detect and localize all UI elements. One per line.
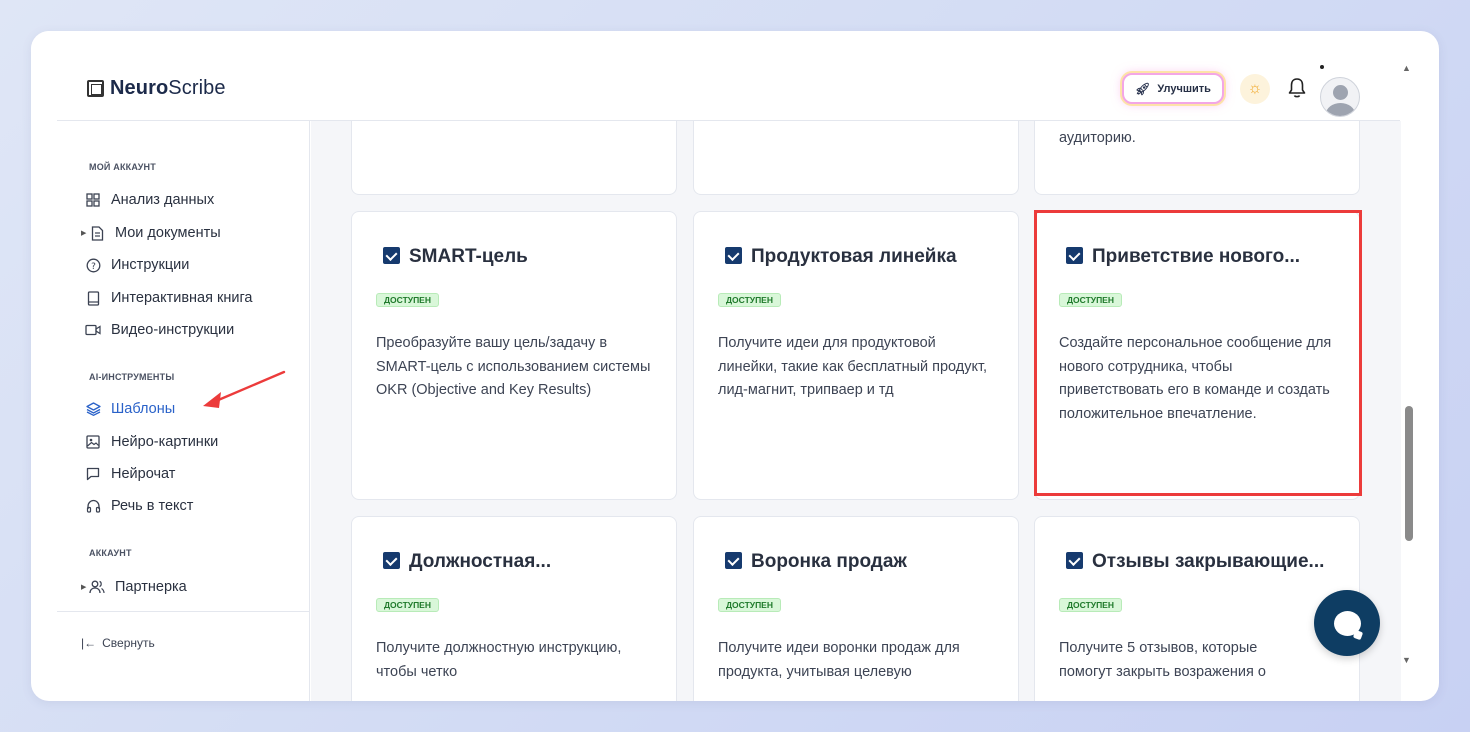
sidebar-item-label: Нейрочат [111,466,176,482]
sidebar-item-my-documents[interactable]: ▶ Мои документы [81,223,221,243]
status-badge: доступен [376,598,439,612]
caret-right-icon[interactable]: ▶ [81,583,89,591]
checkbox-icon [725,552,743,573]
sidebar-item-label: Видео-инструкции [111,322,235,338]
status-badge: доступен [718,293,781,307]
sidebar-item-templates[interactable]: Шаблоны [85,399,175,419]
sidebar-item-neuro-images[interactable]: Нейро-картинки [85,432,218,452]
scroll-down-icon[interactable]: ▼ [1402,655,1411,665]
app-window: NeuroScribe 🚀︎ Улучшить ☼ МОЙ АККАУНТ Ан… [31,31,1439,701]
chat-support-button[interactable] [1314,590,1380,656]
rocket-icon: 🚀︎ [1135,81,1151,96]
bell-icon[interactable] [1287,77,1307,99]
layers-icon [85,401,101,417]
users-icon [89,579,105,595]
collapse-label: Свернуть [102,636,155,650]
collapse-arrow-icon: |← [81,636,97,650]
card-description: Преобразуйте вашу цель/задачу в SMART-це… [376,335,651,398]
template-card-product-line[interactable]: Продуктовая линейка доступен Получите ид… [693,211,1019,500]
template-card-smart-goal[interactable]: SMART-цель доступен Преобразуйте вашу це… [351,211,677,500]
upgrade-button[interactable]: 🚀︎ Улучшить [1122,73,1224,104]
template-card-job-description[interactable]: Должностная... доступен Получите должнос… [351,516,677,701]
headphones-icon [85,498,101,514]
theme-toggle-button[interactable]: ☼ [1240,74,1270,104]
chat-bubble-icon [1333,610,1361,636]
scrollbar-thumb[interactable] [1405,406,1413,541]
sidebar-item-label: Мои документы [115,225,221,241]
card-title: Должностная... [409,551,552,572]
card-description: Получите должностную инструкцию, чтобы ч… [376,640,622,680]
document-icon [89,225,105,241]
sidebar-item-label: Партнерка [115,579,187,595]
image-icon [85,434,101,450]
card-title: Воронка продаж [751,551,907,572]
sidebar-item-label: Анализ данных [111,192,215,208]
checkbox-icon [383,247,401,268]
template-card-partial[interactable] [693,121,1019,195]
checkbox-icon [725,247,743,268]
caret-right-icon[interactable]: ▶ [81,229,89,237]
card-title: SMART-цель [409,246,528,267]
sidebar-item-label: Шаблоны [111,401,176,417]
card-description: Получите 5 отзывов, которые помогут закр… [1059,640,1266,680]
card-description: Получите идеи для продуктовой линейки, т… [718,335,988,398]
video-icon [85,322,101,338]
highlight-frame [1034,210,1362,496]
chat-icon [85,466,101,482]
sidebar-item-data-analysis[interactable]: Анализ данных [85,190,214,210]
vertical-scrollbar[interactable] [1401,51,1421,681]
scroll-up-icon[interactable]: ▲ [1402,63,1411,73]
section-label-ai-tools: AI-ИНСТРУМЕНТЫ [89,372,175,382]
sidebar-item-label: Речь в текст [111,498,194,514]
sidebar-item-interactive-book[interactable]: Интерактивная книга [85,288,253,308]
sidebar-divider [57,611,310,612]
card-title: Отзывы закрывающие... [1092,551,1325,572]
sidebar-item-video-instructions[interactable]: Видео-инструкции [85,320,234,340]
sidebar-item-label: Нейро-картинки [111,434,219,450]
grid-icon [85,192,101,208]
sidebar: МОЙ АККАУНТ Анализ данных ▶ Мои документ… [57,121,310,701]
card-description: Получите идеи воронки продаж для продукт… [718,640,960,680]
card-title: Продуктовая линейка [751,246,957,267]
top-header: NeuroScribe 🚀︎ Улучшить ☼ [31,31,1401,120]
sun-icon: ☼ [1247,80,1263,97]
status-badge: доступен [376,293,439,307]
sidebar-item-neurochat[interactable]: Нейрочат [85,464,175,484]
upgrade-label: Улучшить [1157,82,1211,95]
section-label-account: АККАУНТ [89,548,132,558]
status-badge: доступен [718,598,781,612]
sidebar-item-label: Интерактивная книга [111,290,253,306]
notification-dot [1320,65,1324,69]
template-card-sales-funnel[interactable]: Воронка продаж доступен Получите идеи во… [693,516,1019,701]
help-circle-icon: ? [85,257,101,273]
status-badge: доступен [1059,598,1122,612]
logo-icon [87,80,104,97]
sidebar-item-speech-to-text[interactable]: Речь в текст [85,496,193,516]
template-card-partial[interactable]: аудиторию. [1034,121,1360,195]
sidebar-item-partner[interactable]: ▶ Партнерка [81,577,187,597]
brand-name: NeuroScribe [110,77,226,99]
card-description: аудиторию. [1059,130,1136,146]
template-card-partial[interactable] [351,121,677,195]
collapse-sidebar-button[interactable]: |← Свернуть [81,636,155,650]
sidebar-item-instructions[interactable]: ? Инструкции [85,255,189,275]
section-label-my-account: МОЙ АККАУНТ [89,162,156,172]
templates-grid: аудиторию. SMART-цель доступен Преобразу… [311,121,1401,701]
sidebar-item-label: Инструкции [111,257,190,273]
template-card-closing-reviews[interactable]: Отзывы закрывающие... доступен Получите … [1034,516,1360,701]
user-avatar[interactable] [1320,77,1360,117]
checkbox-icon [383,552,401,573]
svg-text:?: ? [91,262,96,272]
brand-logo[interactable]: NeuroScribe [87,77,226,100]
book-icon [85,290,101,306]
checkbox-icon [1066,552,1084,573]
